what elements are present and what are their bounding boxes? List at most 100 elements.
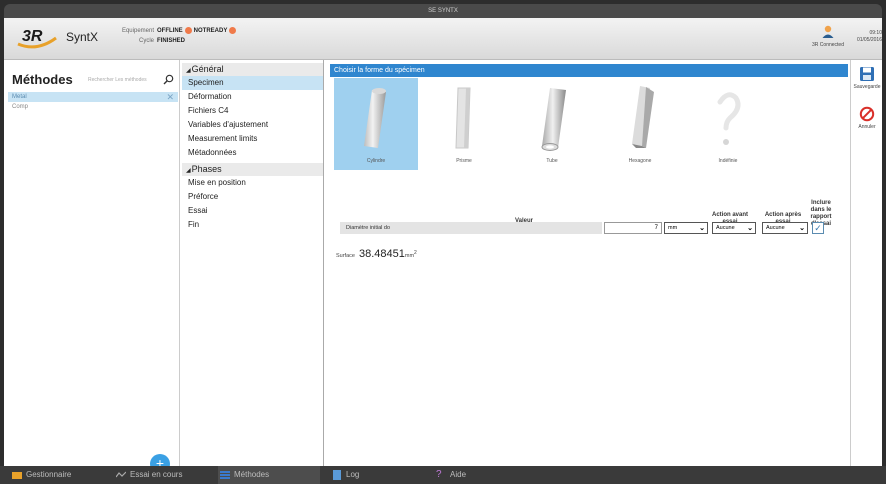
shape-label: Indéfinie xyxy=(718,158,738,164)
specimen-panel: Choisir la forme du spécimen Cylindre Pr… xyxy=(326,60,848,466)
tube-icon xyxy=(541,88,566,151)
nav-item-variables[interactable]: Variables d'ajustement xyxy=(182,118,323,132)
save-button[interactable]: Sauvegarde xyxy=(851,66,883,90)
shape-label: Tube xyxy=(546,158,558,164)
unit-select[interactable]: mm ⌄ xyxy=(664,222,708,234)
screen: SE SYNTX 3R SyntX Equipement OFFLINE NOTRE… xyxy=(0,0,886,484)
shape-label: Cylindre xyxy=(366,158,386,164)
window-title: SE SYNTX xyxy=(4,4,882,18)
hexagon-icon xyxy=(632,86,654,148)
help-icon: ? xyxy=(436,469,442,480)
shape-cylindre[interactable]: Cylindre xyxy=(334,78,418,170)
svg-text:3R: 3R xyxy=(22,28,43,45)
surface-value: 38.48451 xyxy=(358,248,405,260)
section-title: Choisir la forme du spécimen xyxy=(330,64,848,77)
app-window: 3R SyntX Equipement OFFLINE NOTREADY Cycle… xyxy=(4,18,882,474)
remove-method-icon[interactable]: ✕ xyxy=(166,92,174,102)
user-name: 3R Connected xyxy=(812,42,844,48)
surface-exponent: 2 xyxy=(414,250,417,257)
unit-value: mm xyxy=(668,225,678,231)
nav-item-essai[interactable]: Essai xyxy=(182,204,323,218)
method-item-label: Metal xyxy=(12,94,27,100)
shape-hexagone[interactable]: Hexagone xyxy=(598,78,682,170)
user-avatar-icon xyxy=(822,25,834,38)
tab-aide[interactable]: ? Aide xyxy=(434,466,504,484)
shape-prisme[interactable]: Prisme xyxy=(422,78,506,170)
logo-3r: 3R xyxy=(17,28,57,49)
action-before-value: Aucune xyxy=(716,225,735,231)
nav-group-general[interactable]: ◢Général xyxy=(182,63,323,76)
folder-icon xyxy=(12,472,22,479)
method-item-metal[interactable]: Metal ✕ xyxy=(8,92,178,102)
app-header: 3R SyntX Equipement OFFLINE NOTREADY Cycle… xyxy=(4,18,882,60)
diametre-value-input[interactable]: 7 xyxy=(604,222,662,234)
param-label: Diamètre initial do xyxy=(340,222,602,234)
nav-item-deformation[interactable]: Déformation xyxy=(182,90,323,104)
cancel-icon xyxy=(859,106,875,122)
search-placeholder: Rechercher Les méthodes xyxy=(88,77,147,83)
action-before-select[interactable]: Aucune ⌄ xyxy=(712,222,756,234)
surface-label: Surface xyxy=(336,253,355,259)
prism-icon xyxy=(455,87,471,149)
cylinder-icon xyxy=(364,88,386,148)
nav-item-fichiers-c4[interactable]: Fichiers C4 xyxy=(182,104,323,118)
surface-readout: Surface 38.48451mm2 xyxy=(336,248,417,260)
tab-gestionnaire[interactable]: Gestionnaire xyxy=(10,466,102,484)
param-row-diametre: Diamètre initial do 7 mm ⌄ Aucune ⌄ Aucune… xyxy=(340,222,840,234)
collapse-triangle-icon: ◢ xyxy=(186,68,191,74)
nav-item-metadonnees[interactable]: Métadonnées xyxy=(182,146,323,160)
chevron-down-icon: ⌄ xyxy=(799,225,805,232)
nav-item-measurement-limits[interactable]: Measurement limits xyxy=(182,132,323,146)
tab-label: Log xyxy=(346,470,360,479)
tab-essai-en-cours[interactable]: Essai en cours xyxy=(114,466,214,484)
cycle-status-value: FINISHED xyxy=(157,38,186,44)
cancel-button[interactable]: Annuler xyxy=(851,106,883,130)
save-label: Sauvegarde xyxy=(853,84,881,90)
question-mark-icon xyxy=(717,92,741,145)
tab-label: Aide xyxy=(450,470,467,479)
tab-log[interactable]: Log xyxy=(330,466,410,484)
shape-label: Prisme xyxy=(456,158,472,164)
list-icon xyxy=(220,471,230,479)
search-icon[interactable] xyxy=(163,74,174,85)
clock-date: 01/05/2016 xyxy=(856,37,882,43)
save-icon xyxy=(860,67,874,81)
ready-status-value: NOTREADY xyxy=(193,28,228,34)
nav-item-specimen[interactable]: Specimen xyxy=(182,76,323,90)
action-after-value: Aucune xyxy=(766,225,785,231)
nav-item-preforce[interactable]: Préforce xyxy=(182,190,323,204)
app-name: SyntX xyxy=(66,30,99,44)
nav-group-phases[interactable]: ◢Phases xyxy=(182,163,323,176)
chevron-down-icon: ⌄ xyxy=(699,225,705,232)
log-icon xyxy=(333,470,341,480)
shape-tube[interactable]: Tube xyxy=(510,78,594,170)
tab-label: Essai en cours xyxy=(130,470,183,479)
shape-indefinie[interactable]: Indéfinie xyxy=(686,78,770,170)
methods-title: Méthodes xyxy=(12,72,73,87)
clock: 09:10 01/05/2016 xyxy=(852,30,882,44)
tab-label: Méthodes xyxy=(234,470,270,479)
test-graph-icon xyxy=(116,471,126,478)
tab-label: Gestionnaire xyxy=(26,470,72,479)
methods-search[interactable]: Rechercher Les méthodes xyxy=(88,74,174,86)
include-report-checkbox[interactable]: ✓ xyxy=(812,222,824,234)
nav-item-fin[interactable]: Fin xyxy=(182,218,323,232)
method-item-comp[interactable]: Comp xyxy=(8,102,178,112)
nav-item-mise-en-position[interactable]: Mise en position xyxy=(182,176,323,190)
tab-methodes[interactable]: Méthodes xyxy=(218,466,320,484)
user-indicator[interactable]: 3R Connected xyxy=(810,24,846,48)
shape-label: Hexagone xyxy=(628,158,652,164)
chevron-down-icon: ⌄ xyxy=(747,225,753,232)
status-dot xyxy=(229,26,237,34)
cycle-label: Cycle xyxy=(138,38,154,44)
methods-panel: Méthodes Rechercher Les méthodes Metal ✕… xyxy=(4,60,180,474)
equipment-status-value: OFFLINE xyxy=(157,28,183,34)
action-after-select[interactable]: Aucune ⌄ xyxy=(762,222,808,234)
clock-time: 09:10 xyxy=(869,30,882,36)
status-dot xyxy=(184,26,192,34)
action-bar: Sauvegarde Annuler xyxy=(850,60,882,466)
cancel-label: Annuler xyxy=(858,124,876,130)
methods-list: Metal ✕ Comp xyxy=(8,92,178,112)
equipment-status: Equipement OFFLINE NOTREADY Cycle FINISHED xyxy=(120,26,238,46)
bottom-taskbar: Gestionnaire Essai en cours Méthodes Log… xyxy=(0,466,886,484)
